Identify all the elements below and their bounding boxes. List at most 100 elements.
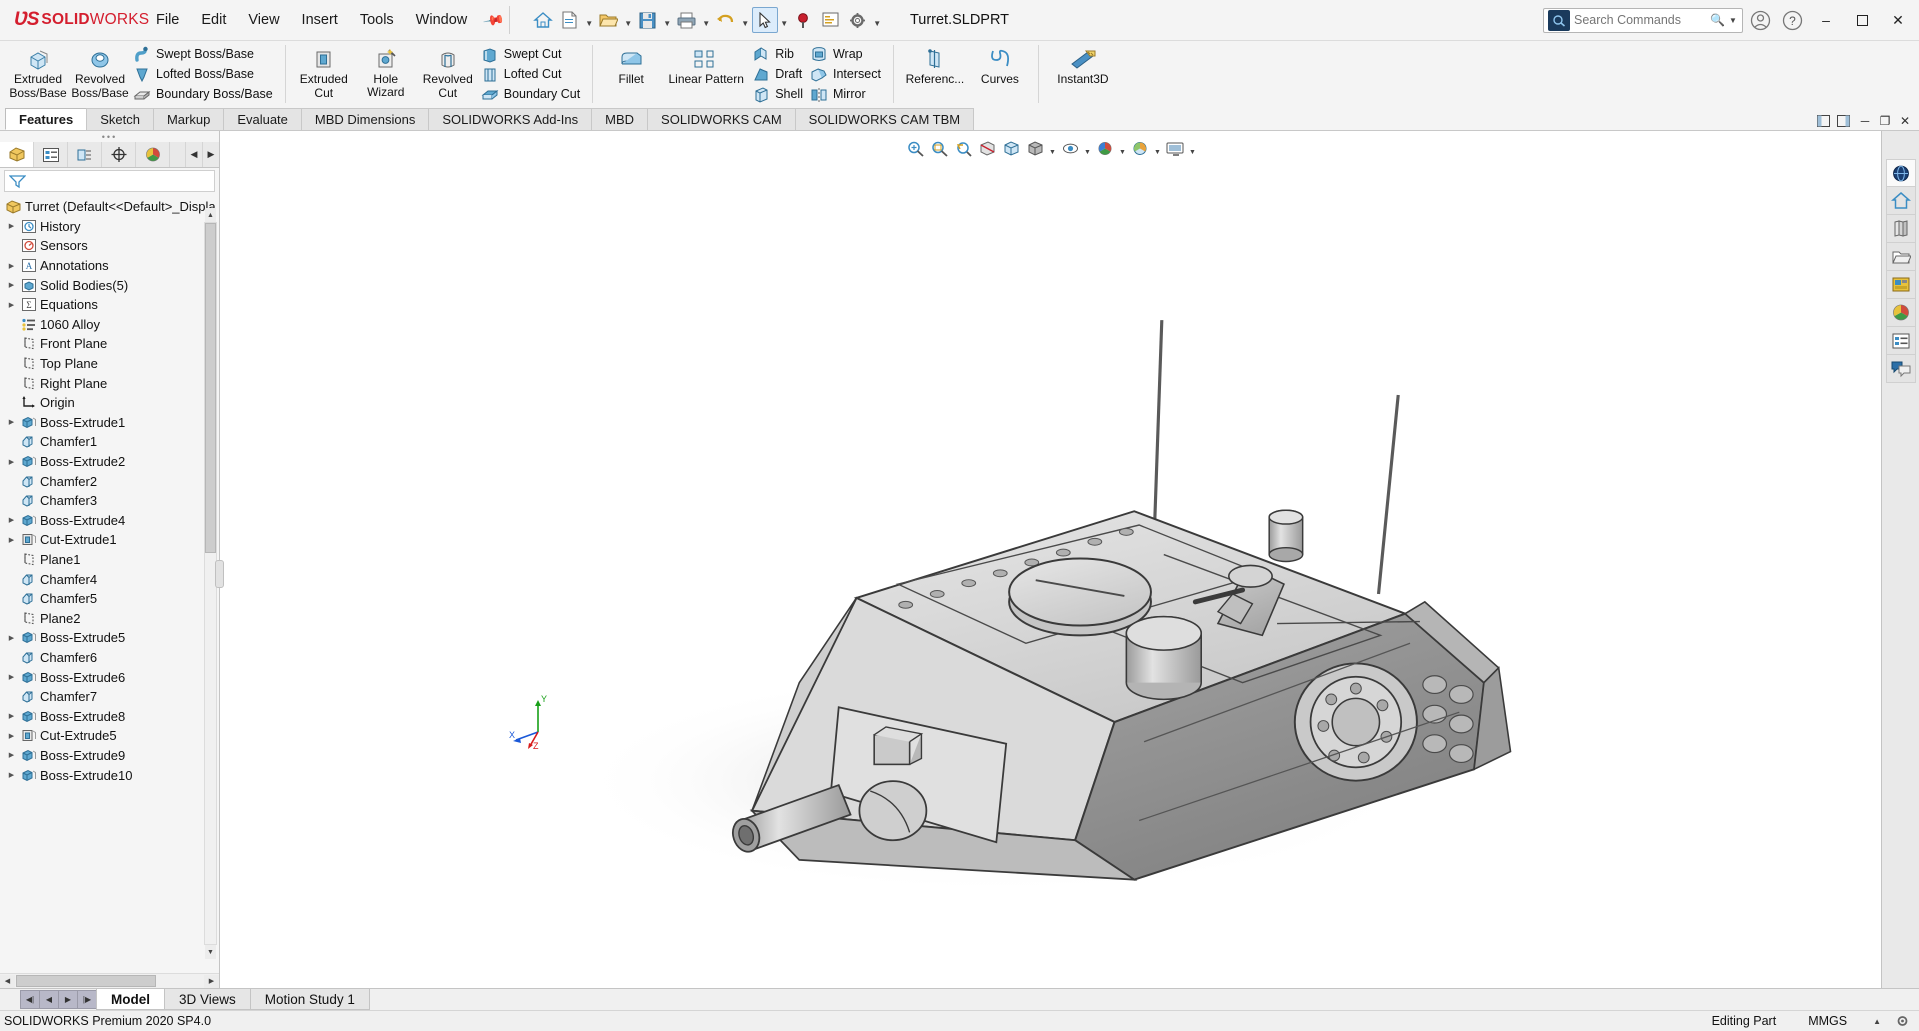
tree-item-boss-extrude6[interactable]: ▶ Boss-Extrude6: [0, 667, 219, 687]
tree-item-cut-extrude5[interactable]: ▶ Cut-Extrude5: [0, 726, 219, 746]
print-icon[interactable]: [674, 7, 700, 33]
tree-item-boss-extrude5[interactable]: ▶ Boss-Extrude5: [0, 628, 219, 648]
expand-arrow-icon[interactable]: ▶: [6, 418, 17, 426]
tree-item-equations[interactable]: ▶ Σ Equations: [0, 295, 219, 315]
tab-evaluate[interactable]: Evaluate: [223, 108, 302, 130]
tab-solidworks-cam-tbm[interactable]: SOLIDWORKS CAM TBM: [794, 108, 975, 130]
search-scope-icon[interactable]: [1548, 9, 1570, 31]
status-settings-icon[interactable]: [1891, 1014, 1913, 1028]
select-caret-icon[interactable]: ▼: [779, 7, 790, 33]
tab-solidworks-add-ins[interactable]: SOLIDWORKS Add-Ins: [428, 108, 593, 130]
options-gear-icon[interactable]: [845, 7, 871, 33]
zoom-to-fit-icon[interactable]: [904, 137, 927, 160]
tab-sketch[interactable]: Sketch: [86, 108, 154, 130]
mirror-button[interactable]: Mirror: [808, 84, 886, 104]
tree-item-chamfer7[interactable]: Chamfer7: [0, 687, 219, 707]
appearances-scenes-icon[interactable]: [1885, 271, 1916, 299]
dimxpert-manager-tab[interactable]: [102, 142, 136, 167]
tab-markup[interactable]: Markup: [152, 108, 225, 130]
extruded-cut-button[interactable]: Extruded Cut: [293, 41, 355, 107]
expand-arrow-icon[interactable]: ▶: [6, 262, 17, 270]
viewport-caret-icon[interactable]: ▼: [1188, 137, 1198, 160]
tree-item-boss-extrude8[interactable]: ▶ Boss-Extrude8: [0, 706, 219, 726]
tree-item-plane2[interactable]: Plane2: [0, 608, 219, 628]
menu-edit[interactable]: Edit: [190, 8, 237, 32]
expand-arrow-icon[interactable]: ▶: [6, 516, 17, 524]
solidworks-resources-icon[interactable]: [1885, 159, 1916, 187]
expand-arrow-icon[interactable]: ▶: [6, 634, 17, 642]
prev-tab-icon[interactable]: ◀: [39, 990, 59, 1009]
linear-pattern-button[interactable]: Linear Pattern: [662, 41, 750, 107]
expand-arrow-icon[interactable]: ▶: [6, 536, 17, 544]
tree-item-boss-extrude1[interactable]: ▶ Boss-Extrude1: [0, 413, 219, 433]
search-input[interactable]: [1574, 13, 1706, 27]
expand-arrow-icon[interactable]: ▶: [6, 301, 17, 309]
configuration-manager-tab[interactable]: [68, 142, 102, 167]
boundary-cut-button[interactable]: Boundary Cut: [479, 84, 585, 104]
hole-wizard-button[interactable]: Hole Wizard: [355, 41, 417, 107]
turret-3d-model[interactable]: [220, 131, 1881, 988]
tree-item-cut-extrude1[interactable]: ▶ Cut-Extrude1: [0, 530, 219, 550]
expand-arrow-icon[interactable]: ▶: [6, 712, 17, 720]
view-settings-icon[interactable]: [1164, 137, 1187, 160]
curves-button[interactable]: Curves: [969, 41, 1031, 107]
undo-icon[interactable]: [713, 7, 739, 33]
last-tab-icon[interactable]: |▶: [77, 990, 97, 1009]
help-question-icon[interactable]: ?: [1777, 5, 1807, 35]
tree-item-chamfer5[interactable]: Chamfer5: [0, 589, 219, 609]
tree-item-boss-extrude10[interactable]: ▶ Boss-Extrude10: [0, 765, 219, 785]
section-view-icon[interactable]: [976, 137, 999, 160]
apply-scene-icon[interactable]: [1129, 137, 1152, 160]
feature-tree[interactable]: Turret (Default<<Default>_Displa ▲ ▶ Hist…: [0, 192, 219, 973]
intersect-button[interactable]: Intersect: [808, 64, 886, 84]
expand-arrow-icon[interactable]: ▶: [6, 732, 17, 740]
tree-item-origin[interactable]: Origin: [0, 393, 219, 413]
print-caret-icon[interactable]: ▼: [701, 7, 712, 33]
options-caret-icon[interactable]: ▼: [872, 7, 883, 33]
search-icon[interactable]: 🔍: [1710, 13, 1725, 27]
menu-view[interactable]: View: [237, 8, 290, 32]
extruded-boss-base-button[interactable]: Extruded Boss/Base: [7, 41, 69, 100]
tree-item-chamfer6[interactable]: Chamfer6: [0, 648, 219, 668]
tabs-scroll-right-icon[interactable]: ▶: [202, 142, 219, 167]
close-doc-icon[interactable]: ✕: [1897, 114, 1913, 128]
display-style-caret-icon[interactable]: ▼: [1048, 137, 1058, 160]
pushpin-icon[interactable]: 📌: [482, 8, 506, 32]
panel-left-icon[interactable]: [1817, 115, 1833, 127]
restore-doc-icon[interactable]: ❐: [1877, 114, 1893, 128]
instant3d-button[interactable]: Instant3D: [1046, 41, 1120, 107]
expand-arrow-icon[interactable]: ▶: [6, 458, 17, 466]
first-tab-icon[interactable]: ◀|: [20, 990, 40, 1009]
tree-item-chamfer3[interactable]: Chamfer3: [0, 491, 219, 511]
appearance-caret-icon[interactable]: ▼: [1118, 137, 1128, 160]
open-folder-caret-icon[interactable]: ▼: [623, 7, 634, 33]
tab-features[interactable]: Features: [5, 108, 88, 130]
tab-mbd-dimensions[interactable]: MBD Dimensions: [300, 108, 430, 130]
home-icon[interactable]: [530, 7, 556, 33]
revolved-cut-button[interactable]: Revolved Cut: [417, 41, 479, 107]
previous-view-icon[interactable]: [952, 137, 975, 160]
user-account-icon[interactable]: [1745, 5, 1775, 35]
save-icon[interactable]: [635, 7, 661, 33]
shell-button[interactable]: Shell: [750, 84, 808, 104]
tree-item-sensors[interactable]: Sensors: [0, 236, 219, 256]
tree-root-item[interactable]: Turret (Default<<Default>_Displa ▲: [0, 197, 219, 217]
swept-boss-base-button[interactable]: Swept Boss/Base: [131, 44, 278, 64]
swept-cut-button[interactable]: Swept Cut: [479, 44, 585, 64]
properties-list-icon[interactable]: [1885, 327, 1916, 355]
hide-show-caret-icon[interactable]: ▼: [1083, 137, 1093, 160]
scroll-up-icon[interactable]: ▲: [205, 208, 216, 222]
view-orientation-icon[interactable]: [1000, 137, 1023, 160]
view-palette-icon[interactable]: [1885, 243, 1916, 271]
tree-item-chamfer1[interactable]: Chamfer1: [0, 432, 219, 452]
search-chevron-down-icon[interactable]: ▼: [1729, 16, 1737, 25]
expand-arrow-icon[interactable]: ▶: [6, 222, 17, 230]
expand-arrow-icon[interactable]: ▶: [6, 751, 17, 759]
tree-item-history[interactable]: ▶ History: [0, 217, 219, 237]
draft-button[interactable]: Draft: [750, 64, 808, 84]
panel-grip[interactable]: •••: [0, 131, 219, 142]
panel-splitter-handle[interactable]: [215, 559, 224, 588]
tab-mbd[interactable]: MBD: [591, 108, 649, 130]
hide-show-items-icon[interactable]: [1059, 137, 1082, 160]
tree-item-plane1[interactable]: Plane1: [0, 550, 219, 570]
